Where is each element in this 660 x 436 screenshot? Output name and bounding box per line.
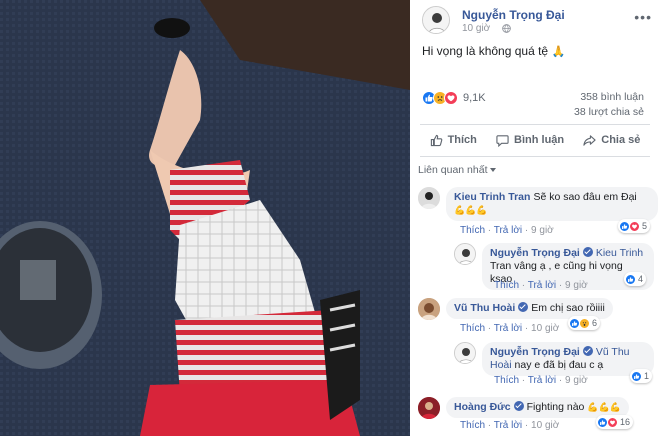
comment-reply-link[interactable]: Trả lời — [494, 420, 522, 431]
share-button[interactable]: Chia sẻ — [583, 134, 640, 147]
divider-bottom — [420, 156, 650, 157]
more-icon[interactable]: ••• — [634, 10, 652, 24]
love-icon — [629, 220, 640, 232]
share-icon — [583, 134, 596, 146]
chevron-down-icon — [490, 168, 497, 173]
author-name[interactable]: Nguyễn Trọng Đại — [462, 8, 565, 22]
comment-reaction-count: 16 — [620, 417, 631, 427]
comment-reply-link[interactable]: Trả lời — [494, 323, 522, 334]
post-text: Hi vọng là không quá tệ 🙏 — [422, 44, 565, 58]
comment-text: Fighting nào — [526, 401, 585, 413]
commenter-avatar[interactable] — [418, 187, 440, 209]
share-count[interactable]: 38 lượt chia sẻ — [574, 106, 644, 118]
author-avatar[interactable] — [422, 6, 450, 34]
comment-button-label: Bình luận — [514, 134, 565, 146]
comment-text: Em chị sao rồiiii — [531, 302, 605, 314]
like-outline-icon — [430, 134, 442, 146]
commenter-name[interactable]: Vũ Thu Hoài — [454, 302, 515, 314]
sort-label: Liên quan nhất — [418, 164, 488, 176]
comment-item: Kieu Trinh Tran Sẽ ko sao đâu em Đại 💪💪💪 … — [418, 187, 658, 237]
reply-reaction-count: 1 — [644, 371, 650, 381]
wow-icon — [579, 317, 590, 329]
comment-text: Sẽ ko sao đâu em Đại — [533, 191, 637, 203]
comment-like-link[interactable]: Thích — [460, 323, 485, 334]
comment-like-link[interactable]: Thích — [460, 420, 485, 431]
like-icon — [631, 370, 642, 382]
reply-like-link[interactable]: Thích — [494, 280, 519, 291]
reply-like-link[interactable]: Thích — [494, 375, 519, 386]
comment-emoji: 💪💪💪 — [587, 402, 621, 412]
comment-time[interactable]: 10 giờ — [531, 420, 559, 431]
reply-meta: Thích · Trả lời · 9 giờ — [494, 280, 588, 291]
reply-time[interactable]: 9 giờ — [565, 375, 588, 386]
reply-item: Nguyễn Trọng Đại Vũ Thu Hoài nay e đã bị … — [454, 342, 658, 390]
comment-count[interactable]: 358 bình luận — [580, 91, 644, 103]
like-button-label: Thích — [447, 134, 477, 146]
post-header: Nguyễn Trọng Đại 10 giờ ••• — [418, 4, 656, 36]
comment-sort-dropdown[interactable]: Liên quan nhất — [418, 164, 497, 176]
share-button-label: Chia sẻ — [601, 134, 641, 146]
replier-avatar[interactable] — [454, 342, 476, 364]
reply-text: nay e đã bị đau c ạ — [514, 359, 604, 371]
comment-reactions[interactable]: 5 — [618, 219, 651, 233]
comment-meta: Thích · Trả lời · 10 giờ — [460, 323, 560, 334]
like-button[interactable]: Thích — [430, 134, 477, 147]
verified-icon — [513, 401, 524, 411]
comment-reactions[interactable]: 16 — [596, 415, 634, 429]
comment-time[interactable]: 10 giờ — [531, 323, 559, 334]
post-panel: Nguyễn Trọng Đại 10 giờ ••• Hi vọng là k… — [410, 0, 660, 436]
action-bar: Thích Bình luận Chia sẻ — [420, 127, 650, 153]
verified-icon — [582, 346, 593, 356]
mention-tag[interactable]: Kieu Trinh — [596, 247, 643, 259]
reply-reactions[interactable]: 1 — [630, 369, 653, 383]
replier-avatar[interactable] — [454, 243, 476, 265]
divider-top — [420, 124, 650, 125]
replier-name[interactable]: Nguyễn Trọng Đại — [490, 247, 580, 259]
reply-reaction-count: 4 — [638, 274, 644, 284]
globe-icon — [502, 24, 511, 33]
verified-icon — [518, 302, 529, 312]
post-reactions[interactable]: 9,1K — [422, 90, 486, 106]
comment-item: Vũ Thu Hoài Em chị sao rồiiii Thích · Trả… — [418, 298, 658, 338]
commenter-avatar[interactable] — [418, 298, 440, 320]
post-text-body: Hi vọng là không quá tệ — [422, 44, 549, 58]
reply-time[interactable]: 9 giờ — [565, 280, 588, 291]
reaction-count: 9,1K — [463, 92, 486, 104]
verified-icon — [582, 247, 593, 257]
reply-reply-link[interactable]: Trả lời — [528, 280, 556, 291]
comment-icon — [496, 134, 509, 147]
pray-emoji: 🙏 — [551, 46, 566, 58]
reply-reply-link[interactable]: Trả lời — [528, 375, 556, 386]
reply-meta: Thích · Trả lời · 9 giờ — [494, 375, 588, 386]
comment-reaction-count: 6 — [592, 318, 598, 328]
commenter-name[interactable]: Hoàng Đức — [454, 401, 511, 413]
comment-reply-link[interactable]: Trả lời — [494, 225, 522, 236]
commenter-name[interactable]: Kieu Trinh Tran — [454, 191, 530, 203]
love-icon — [444, 91, 458, 105]
reply-bubble: Nguyễn Trọng Đại Vũ Thu Hoài nay e đã bị … — [482, 342, 654, 376]
reply-item: Nguyễn Trọng Đại Kieu Trinh Tran vâng ạ ,… — [454, 243, 658, 293]
comment-item: Hoàng Đức Fighting nào 💪💪💪 Thích · Trả lờ… — [418, 397, 658, 436]
comment-like-link[interactable]: Thích — [460, 225, 485, 236]
comment-reaction-count: 5 — [642, 221, 648, 231]
comment-button[interactable]: Bình luận — [496, 134, 564, 147]
comment-bubble: Kieu Trinh Tran Sẽ ko sao đâu em Đại 💪💪💪 — [446, 187, 658, 221]
replier-name[interactable]: Nguyễn Trọng Đại — [490, 346, 580, 358]
comment-reactions[interactable]: 6 — [568, 316, 601, 330]
comment-meta: Thích · Trả lời · 9 giờ — [460, 225, 554, 236]
comment-meta: Thích · Trả lời · 10 giờ — [460, 420, 560, 431]
comment-time[interactable]: 9 giờ — [531, 225, 554, 236]
commenter-avatar[interactable] — [418, 397, 440, 419]
post-photo[interactable] — [0, 0, 410, 436]
injured-leg-photo — [0, 0, 410, 436]
reply-reactions[interactable]: 4 — [624, 272, 647, 286]
post-time[interactable]: 10 giờ — [462, 23, 490, 34]
like-icon — [625, 273, 636, 285]
comment-emoji: 💪💪💪 — [454, 205, 488, 215]
love-icon — [607, 416, 618, 428]
